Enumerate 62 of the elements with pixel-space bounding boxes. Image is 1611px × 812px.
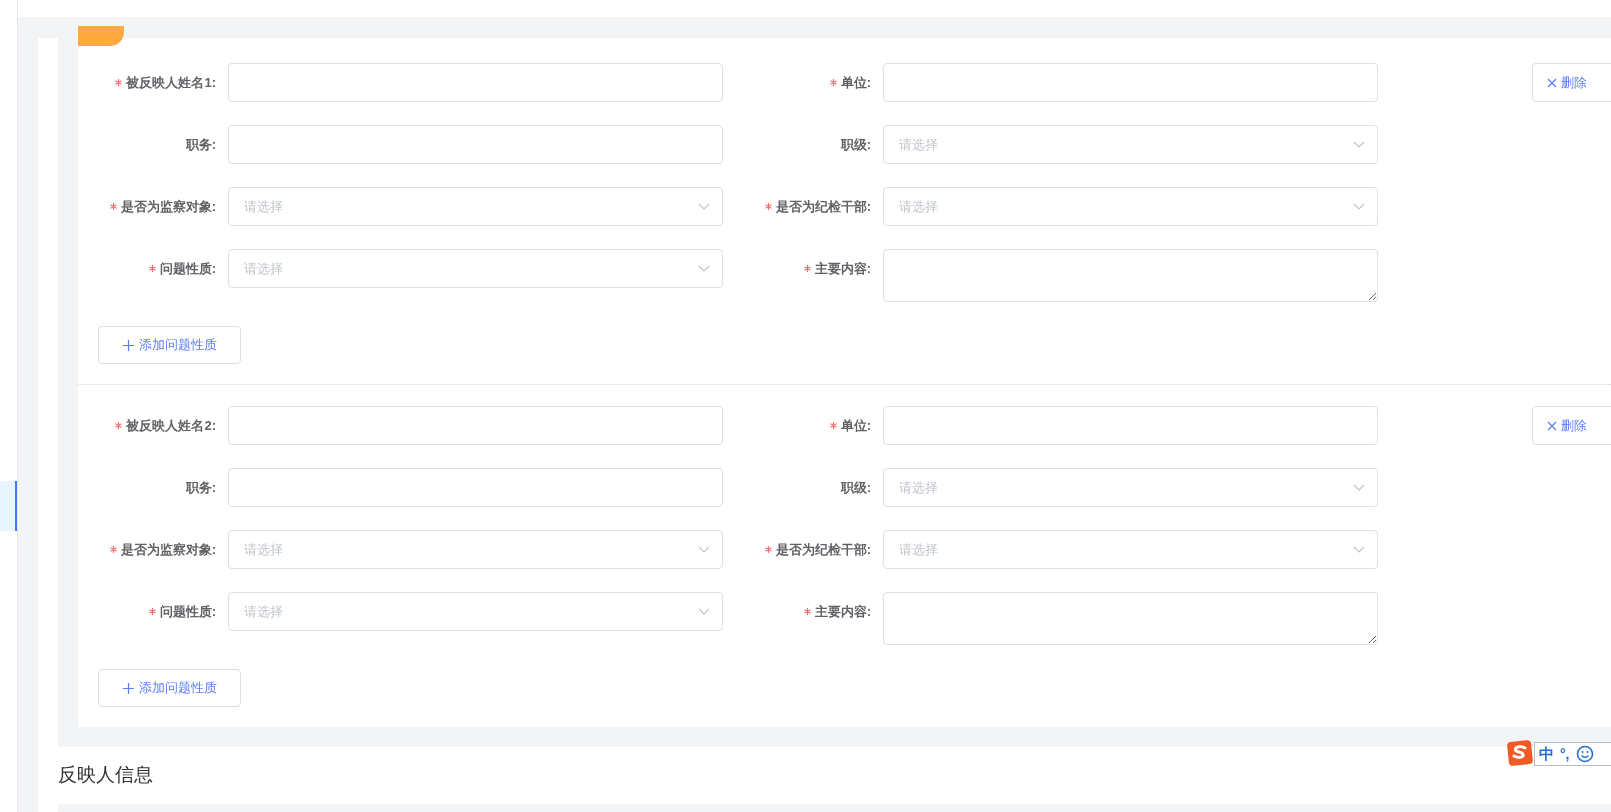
select-placeholder: 请选择 (244, 540, 283, 559)
field-label: 被反映人姓名2: (126, 416, 216, 435)
input-field[interactable] (228, 63, 723, 102)
chevron-down-icon (1353, 202, 1365, 211)
textarea-field[interactable] (883, 249, 1378, 302)
close-icon (1547, 420, 1557, 431)
chevron-down-icon (1353, 545, 1365, 554)
field-label: 职务: (185, 135, 216, 154)
select-placeholder: 请选择 (899, 135, 938, 154)
select-placeholder: 请选择 (244, 259, 283, 278)
input-field[interactable] (883, 63, 1378, 102)
ime-mode: 中 (1539, 743, 1554, 764)
field-label: 是否为监察对象: (120, 197, 216, 216)
select-placeholder: 请选择 (899, 197, 938, 216)
chevron-down-icon (1353, 483, 1365, 492)
select-placeholder: 请选择 (899, 478, 938, 497)
section-title: 反映人信息 (58, 763, 153, 788)
select-field[interactable]: 请选择 (228, 592, 723, 631)
select-placeholder: 请选择 (244, 602, 283, 621)
field-label: 职务: (185, 478, 216, 497)
input-field[interactable] (883, 406, 1378, 445)
ime-punctuation: °, (1560, 744, 1570, 764)
ime-toolbar[interactable]: 中 °, (1534, 742, 1611, 766)
input-field[interactable] (228, 125, 723, 164)
chevron-down-icon (698, 264, 710, 273)
textarea-field[interactable] (883, 592, 1378, 645)
select-field[interactable]: 请选择 (883, 125, 1378, 164)
field-label: 单位: (840, 73, 871, 92)
chevron-down-icon (1353, 140, 1365, 149)
select-field[interactable]: 请选择 (228, 187, 723, 226)
smile-icon (1575, 745, 1594, 763)
select-field[interactable]: 请选择 (883, 530, 1378, 569)
sidebar-item[interactable] (0, 481, 17, 531)
select-field[interactable]: 请选择 (228, 530, 723, 569)
select-field[interactable]: 请选择 (228, 249, 723, 288)
field-label: 是否为纪检干部: (775, 540, 871, 559)
field-label: 单位: (840, 416, 871, 435)
input-field[interactable] (228, 468, 723, 507)
chevron-down-icon (698, 202, 710, 211)
field-label: 问题性质: (159, 602, 216, 621)
delete-button[interactable]: 删除 (1532, 63, 1611, 102)
select-field[interactable]: 请选择 (883, 187, 1378, 226)
plus-icon (122, 339, 134, 351)
chevron-down-icon (698, 545, 710, 554)
field-label: 被反映人姓名1: (126, 73, 216, 92)
select-placeholder: 请选择 (899, 540, 938, 559)
field-label: 职级: (840, 135, 871, 154)
select-placeholder: 请选择 (244, 197, 283, 216)
field-label: 职级: (840, 478, 871, 497)
delete-button[interactable]: 删除 (1532, 406, 1611, 445)
chevron-down-icon (698, 607, 710, 616)
field-label: 主要内容: (814, 602, 871, 621)
plus-icon (122, 682, 134, 694)
add-button[interactable]: 添加问题性质 (98, 669, 241, 707)
add-button[interactable]: 添加问题性质 (98, 326, 241, 364)
field-label: 主要内容: (814, 259, 871, 278)
select-field[interactable]: 请选择 (883, 468, 1378, 507)
close-icon (1547, 77, 1557, 88)
field-label: 是否为纪检干部: (775, 197, 871, 216)
input-field[interactable] (228, 406, 723, 445)
field-label: 问题性质: (159, 259, 216, 278)
field-label: 是否为监察对象: (120, 540, 216, 559)
